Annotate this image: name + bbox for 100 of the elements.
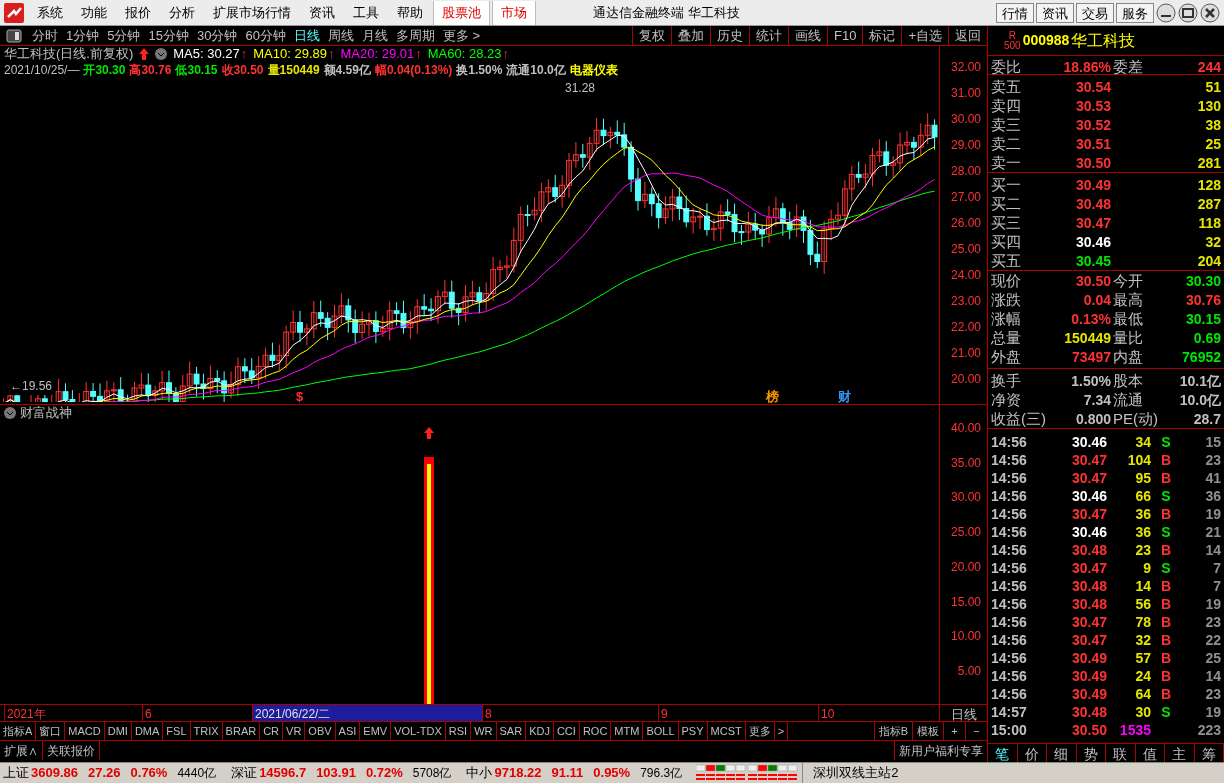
trade-count: 23 [1204,613,1221,632]
indicator-tab[interactable]: OBV [305,722,336,740]
menu-item[interactable]: 资讯 [300,0,344,25]
period-tab[interactable]: 5分钟 [103,25,145,46]
indicator-tab[interactable]: KDJ [526,722,554,740]
period-tab[interactable]: 15分钟 [144,25,193,46]
period-tab[interactable]: 更多 > [438,25,485,46]
menu-item[interactable]: 工具 [344,0,388,25]
toolbar-button[interactable]: 行情 [996,2,1034,23]
period-tab[interactable]: 月线 [357,25,392,46]
indicator-tab[interactable]: VR [283,722,306,740]
trade-count: 36 [1204,487,1221,506]
indicator-tab[interactable]: DMI [104,722,132,740]
trade-count: 23 [1204,451,1221,470]
trade-price: 30.47 [1070,613,1107,632]
indicator-tool-button[interactable]: − [965,722,987,740]
chart-tool-button[interactable]: 叠加 [671,26,710,45]
indicator-tab[interactable]: 更多 [745,722,775,740]
ma-value: MA10: 29.89 [253,45,327,63]
indicator-tab[interactable]: BOLL [643,722,679,740]
price: 30.52 [1074,115,1111,135]
menu-item[interactable]: 帮助 [388,0,432,25]
indicator-tab[interactable]: TRIX [190,722,223,740]
label: 卖一 [991,153,1022,173]
value: 18.86% [1062,57,1111,77]
period-tab[interactable]: 1分钟 [62,25,104,46]
chart-tool-button[interactable]: 标记 [862,26,902,45]
period-tab[interactable]: 多周期 [391,25,439,46]
chart-tool-button[interactable]: F10 [827,26,863,45]
dropdown-icon[interactable] [4,407,16,419]
extra-tab[interactable]: 关联报价 [43,741,100,760]
panel-toggle-icon[interactable] [6,28,22,43]
price: 30.47 [1074,213,1111,233]
chart-tool-button[interactable]: 返回 [948,26,987,45]
trade-side: S [1160,487,1172,506]
period-tab[interactable]: 分时 [28,25,62,46]
trade-side: S [1160,433,1172,452]
promo-link[interactable]: 新用户福利专享 [894,741,987,760]
trade-time: 14:57 [991,703,1028,722]
indicator-tab[interactable]: SAR [496,722,527,740]
menu-item[interactable]: 功能 [72,0,116,25]
indicator-tab[interactable]: WR [471,722,497,740]
up-arrow: ↑ [240,45,248,64]
quote-value: 收30.50 [221,61,264,79]
chart-tool-button[interactable]: +自选 [901,26,948,45]
indicator-tab[interactable]: 指标A [0,722,37,740]
label: 涨跌 [991,290,1022,311]
indicator-tab[interactable]: 窗口 [36,722,66,740]
indicator-tab[interactable]: CCI [553,722,580,740]
trade-time: 14:56 [991,631,1028,650]
chart-marker: 榜 [766,388,779,406]
period-tab[interactable]: 周线 [323,25,358,46]
quote-value: 电器仪表 [569,61,618,79]
indicator-tab[interactable]: > [774,722,789,740]
indicator-tab[interactable]: BRAR [222,722,261,740]
toolbar-button[interactable]: 服务 [1116,2,1154,23]
indicator-tab[interactable]: PSY [678,722,708,740]
indicator-tool-button[interactable]: 指标B [873,722,912,740]
indicator-tab[interactable]: VOL-TDX [391,722,446,740]
period-tab[interactable]: 60分钟 [241,25,290,46]
menu-item[interactable]: 系统 [28,0,72,25]
period-tab[interactable]: 30分钟 [192,25,242,46]
close-icon[interactable] [1200,2,1220,23]
axis-label: 22.00 [949,319,982,336]
menu-item[interactable]: 报价 [116,0,160,25]
menu-item[interactable]: 市场 [492,0,536,25]
indicator-tab[interactable]: FSL [163,722,191,740]
indicator-tool-button[interactable]: 模板 [912,722,943,740]
indicator-tab[interactable]: MCST [707,722,746,740]
menu-item[interactable]: 扩展市场行情 [204,0,300,25]
toolbar-button[interactable]: 资讯 [1036,2,1074,23]
label: 股本 [1112,371,1144,391]
minimize-icon[interactable] [1156,2,1176,23]
axis-label: 25.00 [949,241,982,258]
dropdown-icon[interactable] [155,48,168,60]
value: 0.13% [1070,310,1111,329]
menu-item[interactable]: 分析 [160,0,204,25]
maximize-icon[interactable] [1178,2,1198,23]
toolbar-button[interactable]: 交易 [1076,2,1114,23]
indicator-tab[interactable]: RSI [445,722,472,740]
indicator-tool-button[interactable]: + [943,722,965,740]
indicator-tab[interactable]: MACD [65,722,105,740]
indicator-tab[interactable]: EMV [360,722,392,740]
indicator-tab[interactable]: ASI [335,722,361,740]
chart-tool-button[interactable]: 统计 [749,26,788,45]
indicator-tab[interactable]: ROC [579,722,612,740]
chart-tool-button[interactable]: 历史 [710,26,749,45]
indicator-tab[interactable]: CR [260,722,284,740]
chart-tool-button[interactable]: 复权 [632,26,671,45]
chart-tool-button[interactable]: 画线 [788,26,827,45]
indicator-tab[interactable]: MTM [611,722,644,740]
trade-count: 41 [1204,469,1221,488]
menu-item[interactable]: 股票池 [433,0,490,25]
price: 30.45 [1074,251,1111,271]
indicator-tab[interactable]: DMA [131,722,164,740]
extra-tab[interactable]: 扩展∧ [0,741,43,760]
trade-volume: 32 [1134,631,1151,650]
period-tab[interactable]: 日线 [289,25,324,46]
trade-count: 223 [1196,721,1221,740]
axis-label: 30.00 [949,111,982,128]
